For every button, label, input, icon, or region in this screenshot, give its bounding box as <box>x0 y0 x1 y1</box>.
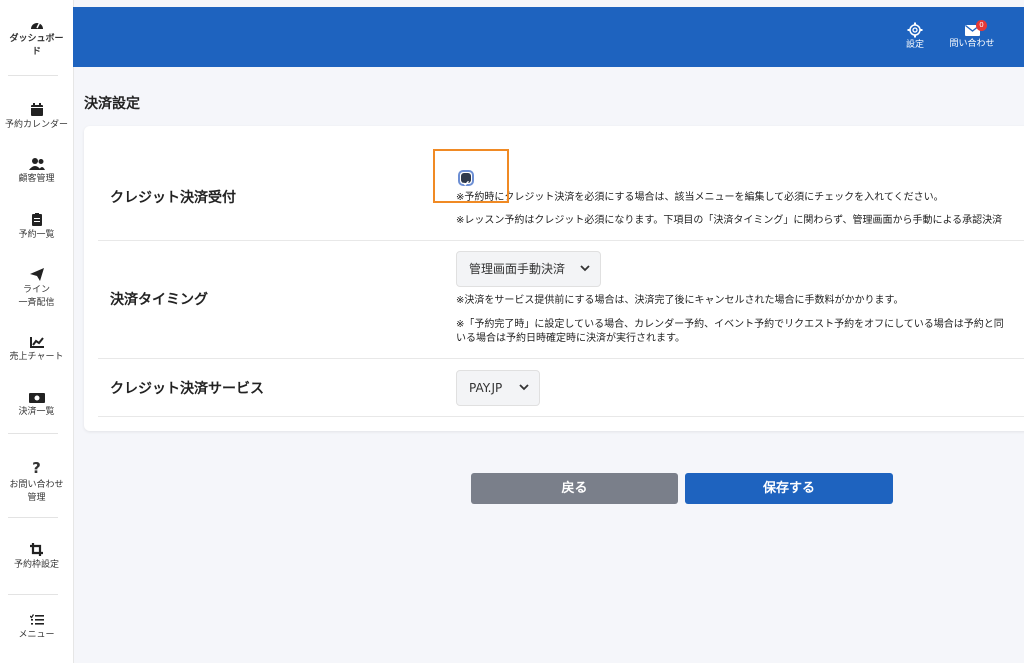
divider <box>8 433 58 434</box>
users-icon <box>28 158 45 170</box>
sidebar-item-label: 顧客管理 <box>18 174 55 184</box>
service-select-value: PAY.JP <box>469 381 503 395</box>
sidebar-item-slot-settings[interactable]: 予約枠設定 <box>0 543 73 572</box>
settings-button[interactable]: 設定 <box>900 22 930 51</box>
divider <box>8 594 58 595</box>
sidebar-item-label: 一斉配信 <box>18 298 55 308</box>
sidebar-item-dashboard[interactable]: ダッシュボー ド <box>0 18 73 59</box>
sidebar-item-label: メニュー <box>18 630 55 640</box>
money-bill-icon <box>28 393 45 403</box>
dashboard-gauge-icon <box>30 21 43 29</box>
sidebar-item-sales-chart[interactable]: 売上チャート <box>0 337 73 364</box>
contact-label: 問い合わせ <box>949 39 995 49</box>
timing-select-value: 管理画面手動決済 <box>469 262 566 276</box>
crop-icon <box>30 543 43 556</box>
sidebar-item-label: 予約一覧 <box>18 230 55 240</box>
gear-icon <box>907 22 923 38</box>
timing-label: 決済タイミング <box>110 292 208 308</box>
page-title: 決済設定 <box>84 96 140 112</box>
service-label: クレジット決済サービス <box>110 381 264 397</box>
settings-label: 設定 <box>905 40 924 50</box>
notification-badge: 0 <box>976 20 987 31</box>
contact-button[interactable]: 0 問い合わせ <box>948 20 996 50</box>
calendar-icon <box>30 103 43 116</box>
sidebar-item-reservations[interactable]: 予約一覧 <box>0 213 73 242</box>
service-select[interactable]: PAY.JP <box>456 370 540 406</box>
sidebar-item-calendar[interactable]: 予約カレンダー <box>0 103 73 132</box>
timing-note-2: ※「予約完了時」に設定している場合、カレンダー予約、イベント予約でリクエスト予約… <box>456 319 1004 330</box>
credit-accept-note-1: ※予約時にクレジット決済を必須にする場合は、該当メニューを編集して必須にチェック… <box>456 192 944 203</box>
sidebar-item-label: ド <box>31 47 41 57</box>
sidebar-item-label: ライン <box>22 285 50 295</box>
list-check-icon <box>29 614 44 625</box>
timing-note-3: いる場合は予約日時確定時に決済が実行されます。 <box>456 333 685 344</box>
clipboard-icon <box>31 213 42 226</box>
sidebar-item-payments[interactable]: 決済一覧 <box>0 393 73 419</box>
sidebar-item-label: 予約カレンダー <box>4 120 68 130</box>
chart-line-icon <box>29 337 44 348</box>
sidebar-item-label: 予約枠設定 <box>13 560 59 570</box>
sidebar-item-label: 決済一覧 <box>18 407 55 417</box>
sidebar-item-customers[interactable]: 顧客管理 <box>0 158 73 186</box>
timing-note-1: ※決済をサービス提供前にする場合は、決済完了後にキャンセルされた場合に手数料がか… <box>456 295 904 306</box>
timing-select[interactable]: 管理画面手動決済 <box>456 251 601 287</box>
sidebar-item-menu[interactable]: メニュー <box>0 614 73 642</box>
top-header: 設定 0 問い合わせ <box>73 7 1024 67</box>
back-button[interactable]: 戻る <box>471 473 678 504</box>
row-divider <box>98 416 1024 417</box>
credit-accept-label: クレジット決済受付 <box>110 190 236 206</box>
sidebar-item-label: 管理 <box>27 493 46 503</box>
chevron-down-icon <box>519 384 529 391</box>
credit-accept-note-2: ※レッスン予約はクレジット必須になります。下項目の「決済タイミング」に関わらず、… <box>456 215 1003 226</box>
row-divider <box>98 358 1024 359</box>
save-button[interactable]: 保存する <box>685 473 893 504</box>
sidebar-item-label: お問い合わせ <box>9 480 64 490</box>
sidebar-item-label: 売上チャート <box>9 352 64 362</box>
paper-plane-icon <box>29 268 44 281</box>
sidebar-item-inquiries[interactable]: ? お問い合わせ 管理 <box>0 460 73 505</box>
question-icon: ? <box>32 459 41 477</box>
sidebar: ダッシュボー ド 予約カレンダー 顧客管理 予約一覧 ライン 一斉配信 売上チャ… <box>0 0 74 663</box>
sidebar-item-label: ダッシュボー <box>9 34 64 44</box>
divider <box>8 75 58 76</box>
payment-settings-card: クレジット決済受付 ※予約時にクレジット決済を必須にする場合は、該当メニューを編… <box>84 126 1024 431</box>
sidebar-item-line-broadcast[interactable]: ライン 一斉配信 <box>0 268 73 310</box>
divider <box>8 517 58 518</box>
row-divider <box>98 240 1024 241</box>
chevron-down-icon <box>580 265 590 272</box>
highlight-box <box>433 149 509 203</box>
